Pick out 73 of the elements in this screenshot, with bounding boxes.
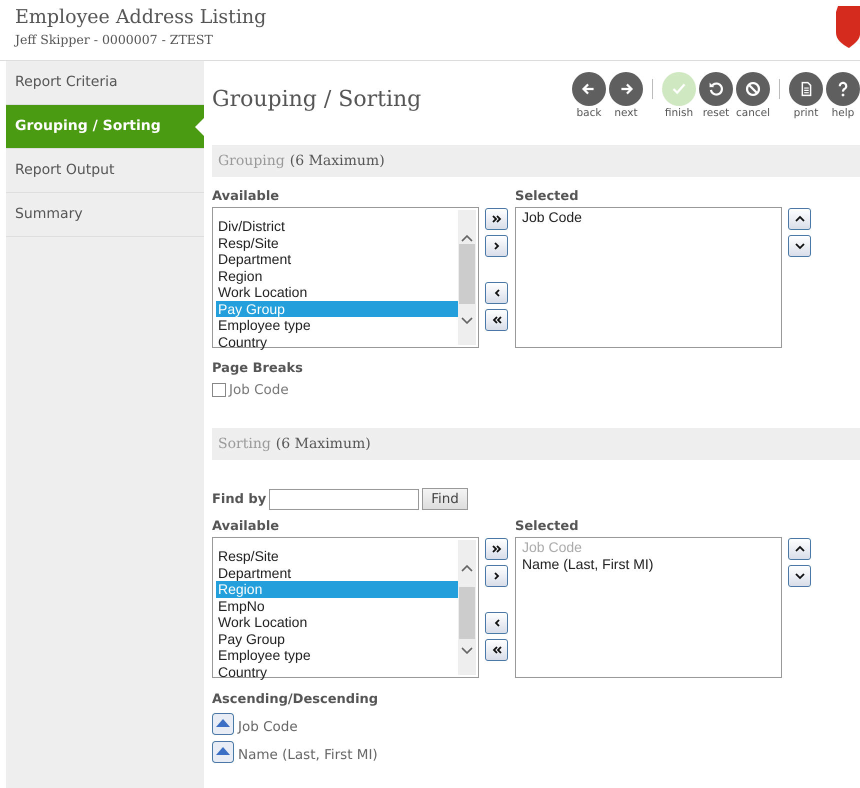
list-item[interactable]: Resp/Site	[216, 234, 458, 251]
add-all-button[interactable]	[485, 538, 508, 560]
list-item[interactable]: Employee type	[216, 647, 458, 664]
available-list[interactable]: Div/District Resp/Site Department Region Work Location Pay Group Employee type Country	[212, 207, 479, 348]
move-down-icon	[794, 571, 806, 581]
move-up-button[interactable]	[788, 208, 811, 230]
available-label: Available	[212, 519, 280, 534]
sort-ascending-button[interactable]	[212, 741, 234, 763]
list-item[interactable]: Work Location	[216, 614, 458, 630]
sidebar-item[interactable]: Summary	[6, 193, 204, 237]
find-label: Find by	[212, 492, 266, 506]
selected-label: Selected	[515, 189, 580, 204]
shield-logo-icon	[834, 6, 860, 48]
find-button[interactable]: Find	[422, 488, 468, 510]
sort-ascending-button[interactable]	[212, 713, 234, 735]
scroll-down-icon[interactable]	[461, 316, 473, 325]
move-up-button[interactable]	[788, 538, 811, 560]
find-field[interactable]	[269, 488, 420, 510]
page-title: Grouping / Sorting	[212, 87, 422, 112]
scroll-up-icon[interactable]	[461, 564, 473, 573]
remove-button[interactable]	[485, 282, 508, 304]
remove-all-button[interactable]	[485, 309, 508, 331]
page-breaks-label: Page Breaks	[212, 361, 303, 376]
sort-field-label: Name (Last, First MI)	[238, 747, 378, 763]
add-all-button[interactable]	[485, 208, 508, 230]
list-item[interactable]: Department	[216, 251, 458, 268]
add-all-icon	[490, 544, 502, 554]
move-down-button[interactable]	[788, 565, 811, 587]
list-item[interactable]: Resp/Site	[216, 548, 458, 564]
add-button[interactable]	[485, 235, 508, 257]
scrollbar[interactable]	[458, 210, 476, 345]
user-info: Jeff Skipper - 0000007 - ZTEST	[15, 32, 214, 47]
remove-button[interactable]	[485, 612, 508, 634]
scrollbar[interactable]	[458, 540, 476, 675]
list-item[interactable]: Country	[216, 664, 458, 680]
move-up-icon	[794, 544, 806, 554]
selected-label: Selected	[515, 519, 580, 534]
sidebar-item[interactable]: Report Output	[6, 149, 204, 193]
list-item[interactable]: EmpNo	[216, 598, 458, 614]
move-down-icon	[794, 241, 806, 251]
section-note: (6 Maximum)	[290, 152, 385, 171]
checkbox[interactable]	[212, 383, 226, 397]
section-title: Sorting	[218, 435, 271, 454]
list-item[interactable]: Employee type	[216, 317, 458, 334]
list-item[interactable]: Name (Last, First MI)	[520, 556, 777, 572]
sort-field-label: Job Code	[238, 719, 298, 735]
checkbox-label: Job Code	[229, 382, 289, 398]
scroll-thumb[interactable]	[459, 587, 475, 639]
list-item[interactable]: Div/District	[216, 218, 458, 234]
remove-all-icon	[490, 645, 502, 655]
available-list[interactable]: Resp/Site Department Region EmpNo Work Location Pay Group Employee type Country	[212, 537, 479, 678]
selected-list[interactable]: Job Code	[515, 207, 782, 348]
move-down-button[interactable]	[788, 235, 811, 257]
move-up-icon	[794, 214, 806, 224]
scroll-thumb[interactable]	[459, 244, 475, 304]
list-item[interactable]: Work Location	[216, 284, 458, 300]
remove-all-icon	[490, 315, 502, 325]
scroll-down-icon[interactable]	[461, 646, 473, 655]
list-item[interactable]: Department	[216, 564, 458, 581]
section-title: Grouping	[218, 152, 285, 171]
order-label: Ascending/Descending	[212, 692, 378, 707]
remove-all-button[interactable]	[485, 639, 508, 661]
available-label: Available	[212, 189, 280, 204]
list-item[interactable]: Region	[216, 268, 458, 284]
report-title: Employee Address Listing	[15, 6, 266, 28]
list-item[interactable]: Country	[216, 334, 458, 350]
add-button[interactable]	[485, 565, 508, 587]
list-item[interactable]: Pay Group	[216, 630, 458, 647]
scroll-up-icon[interactable]	[461, 234, 473, 243]
add-all-icon	[490, 214, 502, 224]
section-note: (6 Maximum)	[276, 435, 371, 454]
list-item[interactable]: Job Code	[520, 209, 777, 226]
sidebar-item[interactable]: Grouping / Sorting	[6, 105, 204, 149]
